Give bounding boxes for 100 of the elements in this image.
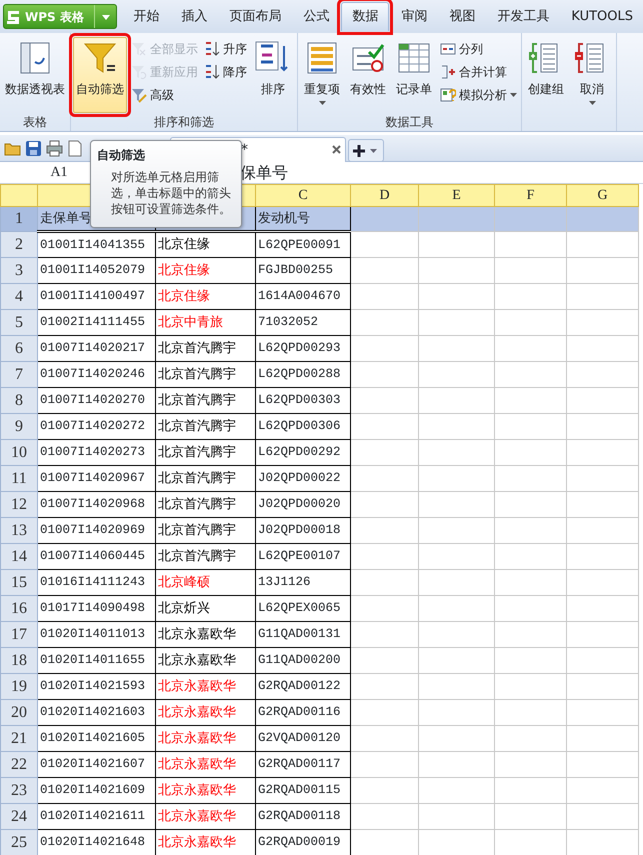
ribbon-button[interactable]: 记录单 — [392, 37, 436, 113]
table-cell: G2RQAD00019 — [256, 830, 350, 855]
table-cell: G11QAD00131 — [256, 622, 350, 648]
caret-icon — [102, 14, 110, 20]
ribbon-button[interactable]: 升序 — [202, 39, 249, 59]
ribbon-tab[interactable]: 审阅 — [391, 2, 438, 30]
table-cell: 71032052 — [256, 310, 350, 336]
save-button[interactable] — [25, 140, 42, 156]
row-header[interactable]: 15 — [0, 570, 38, 596]
table-cell: 01007I14060445 — [38, 544, 156, 570]
table-cell: 北京永嘉欧华 — [156, 830, 256, 855]
filter-advanced-icon — [131, 87, 147, 103]
row-header[interactable]: 17 — [0, 622, 38, 648]
table-cell: L62QPD00303 — [256, 388, 350, 414]
row-header[interactable]: 22 — [0, 752, 38, 778]
ribbon-tab[interactable]: 页面布局 — [219, 2, 292, 30]
row-header[interactable]: 1 — [0, 206, 38, 232]
column-header[interactable]: G — [566, 184, 638, 206]
table-cell: 北京炘兴 — [156, 596, 256, 622]
row-header[interactable]: 21 — [0, 726, 38, 752]
ribbon-button[interactable]: 降序 — [202, 62, 249, 82]
table-cell: 北京永嘉欧华 — [156, 752, 256, 778]
row-header[interactable]: 14 — [0, 544, 38, 570]
table-cell: 01020I14011013 — [38, 622, 156, 648]
table-cell: G2RQAD00115 — [256, 778, 350, 804]
caret-icon — [588, 101, 596, 105]
row-header[interactable]: 10 — [0, 440, 38, 466]
table-cell: 北京峰硕 — [156, 570, 256, 596]
table-cell: L62QPEX0065 — [256, 596, 350, 622]
ribbon-button[interactable]: 模拟分析 — [438, 85, 519, 105]
column-header[interactable]: E — [418, 184, 494, 206]
table-cell: 01007I14020968 — [38, 492, 156, 518]
column-header[interactable]: F — [494, 184, 566, 206]
ribbon-tab[interactable]: 开始 — [123, 2, 170, 30]
table-cell: 北京永嘉欧华 — [156, 700, 256, 726]
table-cell: G2RQAD00116 — [256, 700, 350, 726]
table-cell: J02QPD00022 — [256, 466, 350, 492]
table-cell: 01020I14021593 — [38, 674, 156, 700]
table-cell: 北京中青旅 — [156, 310, 256, 336]
ribbon-tab[interactable]: 视图 — [439, 2, 486, 30]
table-cell: 01002I14111455 — [38, 310, 156, 336]
table-cell: G2RQAD00118 — [256, 804, 350, 830]
caret-icon — [510, 93, 517, 97]
row-header[interactable]: 23 — [0, 778, 38, 804]
row-header[interactable]: 8 — [0, 388, 38, 414]
table-cell: 01020I14021607 — [38, 752, 156, 778]
print-preview-button[interactable] — [67, 140, 84, 156]
table-cell: G2RQAD00122 — [256, 674, 350, 700]
table-cell: 北京永嘉欧华 — [156, 804, 256, 830]
row-header[interactable]: 19 — [0, 674, 38, 700]
table-cell: 北京首汽腾宇 — [156, 518, 256, 544]
row-header[interactable]: 7 — [0, 362, 38, 388]
row-header[interactable]: 25 — [0, 830, 38, 855]
table-cell: 01007I14020270 — [38, 388, 156, 414]
ribbon-button[interactable]: 高级 — [129, 85, 200, 105]
print-icon — [46, 140, 63, 156]
row-header[interactable]: 9 — [0, 414, 38, 440]
ribbon-button[interactable]: 数据透视表 — [2, 37, 68, 113]
consolidate-icon — [440, 64, 456, 80]
column-header[interactable]: C — [256, 184, 350, 206]
new-tab-button[interactable] — [348, 139, 384, 162]
row-header[interactable]: 6 — [0, 336, 38, 362]
ribbon-button[interactable]: 排序 — [251, 37, 295, 113]
print-button[interactable] — [46, 140, 63, 156]
table-cell: 01007I14020967 — [38, 466, 156, 492]
column-header[interactable]: D — [350, 184, 418, 206]
ribbon-button[interactable]: 创建组 — [524, 37, 568, 131]
table-cell: 北京住缘 — [156, 284, 256, 310]
row-header[interactable]: 5 — [0, 310, 38, 336]
table-cell: 发动机号 — [256, 206, 350, 232]
table-cell: 北京永嘉欧华 — [156, 778, 256, 804]
ribbon-button[interactable]: 有效性 — [346, 37, 390, 113]
table-cell: 北京首汽腾宇 — [156, 466, 256, 492]
row-header[interactable]: 16 — [0, 596, 38, 622]
ribbon-tab[interactable]: 插入 — [171, 2, 218, 30]
row-header[interactable]: 13 — [0, 518, 38, 544]
ribbon-tab[interactable]: 开发工具 — [487, 2, 560, 30]
row-header[interactable]: 12 — [0, 492, 38, 518]
table-cell: 01001I14052079 — [38, 258, 156, 284]
ribbon-button[interactable]: 取消 — [570, 37, 614, 131]
print-preview-icon — [67, 140, 84, 156]
table-cell: L62QPD00288 — [256, 362, 350, 388]
ribbon-button[interactable]: 分列 — [438, 39, 519, 59]
row-header[interactable]: 2 — [0, 232, 38, 258]
table-cell: L62QPD00293 — [256, 336, 350, 362]
ribbon-tab[interactable]: 公式 — [293, 2, 340, 30]
table-cell: 北京永嘉欧华 — [156, 622, 256, 648]
sort-ascending-icon — [204, 41, 220, 57]
row-header[interactable]: 24 — [0, 804, 38, 830]
row-header[interactable]: 4 — [0, 284, 38, 310]
row-header[interactable]: 3 — [0, 258, 38, 284]
table-cell: 01007I14020272 — [38, 414, 156, 440]
ribbon-tab[interactable]: KUTOOLS — [561, 2, 643, 30]
row-header[interactable]: 18 — [0, 648, 38, 674]
ribbon-button[interactable]: 重复项 — [300, 37, 344, 113]
row-header[interactable]: 11 — [0, 466, 38, 492]
table-cell: 北京首汽腾宇 — [156, 440, 256, 466]
table-cell: 01020I14021603 — [38, 700, 156, 726]
ribbon-button[interactable]: 合并计算 — [438, 62, 519, 82]
row-header[interactable]: 20 — [0, 700, 38, 726]
